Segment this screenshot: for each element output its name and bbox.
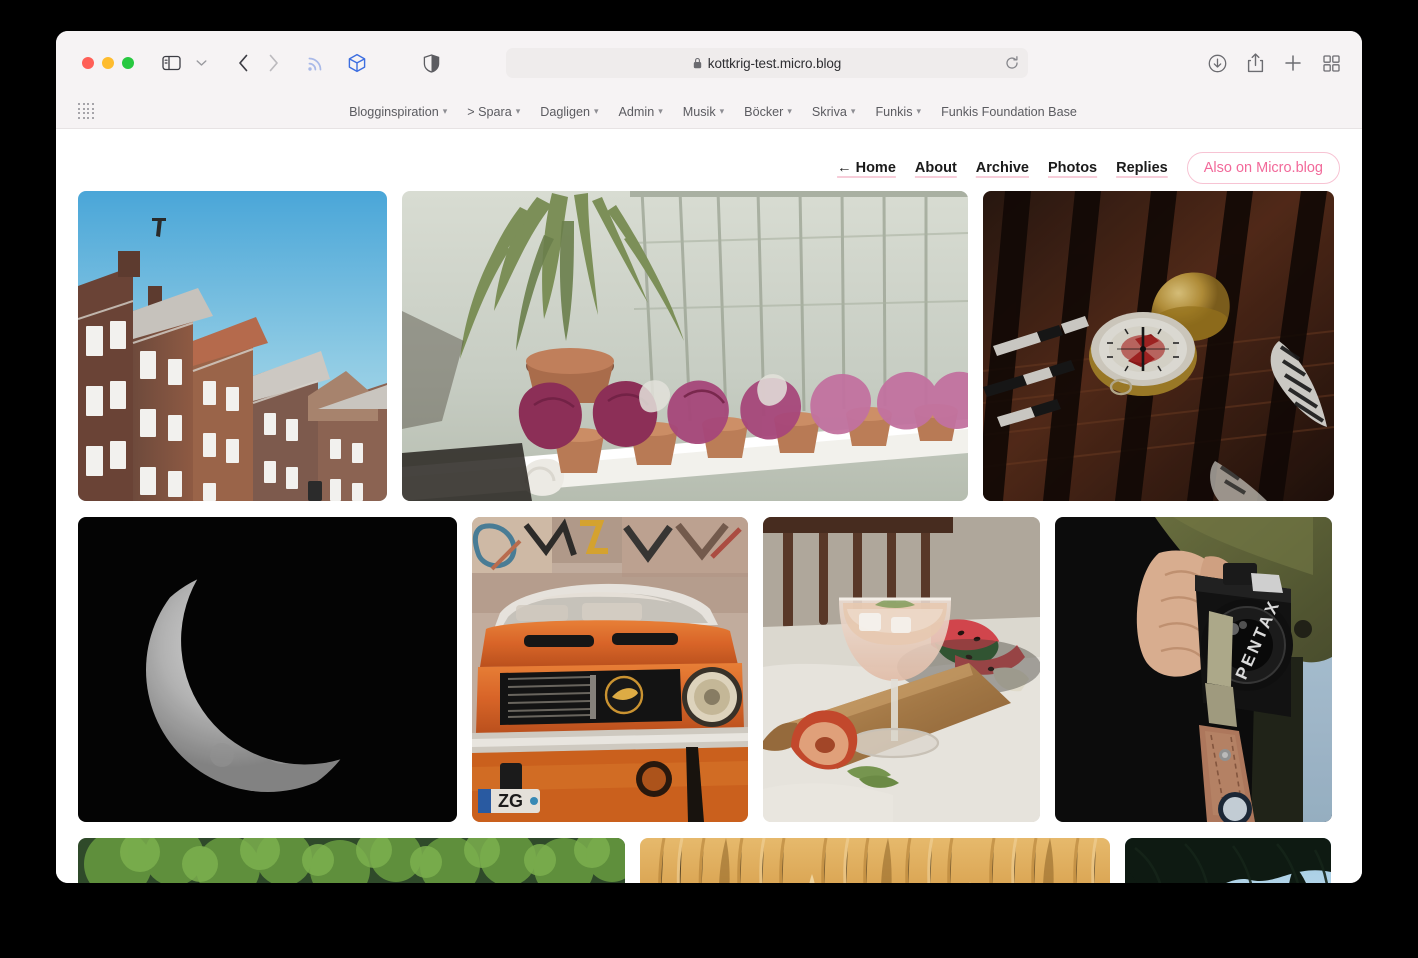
apps-grid-icon[interactable] xyxy=(78,103,95,120)
downloads-icon[interactable] xyxy=(1202,48,1232,78)
bookmark-label: Böcker xyxy=(744,104,784,119)
photo-crescent-moon[interactable] xyxy=(78,517,457,822)
rss-icon[interactable] xyxy=(300,48,330,78)
chevron-down-icon: ▾ xyxy=(787,106,792,116)
bookmark-label: Dagligen xyxy=(540,104,590,119)
bookmark-admin[interactable]: Admin ▾ xyxy=(619,105,663,119)
zoom-window-button[interactable] xyxy=(122,57,134,69)
photo-grid-row: ZG PENTAX xyxy=(78,517,1340,822)
bookmark-skriva[interactable]: Skriva ▾ xyxy=(812,105,856,119)
nav-link-home[interactable]: ← Home xyxy=(837,160,896,176)
chevron-down-icon: ▾ xyxy=(442,106,448,116)
address-bar-container: kottkrig-test.micro.blog xyxy=(506,48,1028,78)
bookmark-spara[interactable]: > Spara ▾ xyxy=(467,105,520,119)
privacy-shield-icon[interactable] xyxy=(416,48,446,78)
bookmark-funkis-foundation-base[interactable]: Funkis Foundation Base xyxy=(941,105,1077,119)
bookmark-musik[interactable]: Musik ▾ xyxy=(683,105,724,119)
chevron-down-icon: ▾ xyxy=(850,106,856,116)
toolbar-right-group xyxy=(1202,48,1346,78)
photo-forest-canopy[interactable] xyxy=(78,838,625,883)
bookmark-dagligen[interactable]: Dagligen ▾ xyxy=(540,105,598,119)
bookmark-bocker[interactable]: Böcker ▾ xyxy=(744,105,792,119)
page-content: ← Home About Archive Photos Replies Also… xyxy=(56,129,1362,883)
address-bar[interactable]: kottkrig-test.micro.blog xyxy=(506,48,1028,78)
bookmark-label: Musik xyxy=(682,104,716,119)
window-controls xyxy=(82,57,134,69)
photo-trees-sky[interactable] xyxy=(1125,838,1331,883)
bookmark-blogginspiration[interactable]: Blogginspiration ▾ xyxy=(349,105,447,119)
bookmark-funkis[interactable]: Funkis ▾ xyxy=(875,105,921,119)
back-icon[interactable] xyxy=(228,48,258,78)
also-on-microblog-button[interactable]: Also on Micro.blog xyxy=(1186,152,1340,184)
bookmark-label: Skriva xyxy=(811,104,847,119)
nav-link-replies[interactable]: Replies xyxy=(1116,160,1168,176)
tab-overview-icon[interactable] xyxy=(1316,48,1346,78)
nav-link-about[interactable]: About xyxy=(915,160,957,176)
photo-london-townhouses[interactable] xyxy=(78,191,387,501)
url-text: kottkrig-test.micro.blog xyxy=(707,55,842,71)
sidebar-icon[interactable] xyxy=(156,48,186,78)
share-icon[interactable] xyxy=(1240,48,1270,78)
photo-grid: ZG PENTAX xyxy=(56,191,1362,883)
toolbar-left-group xyxy=(156,48,372,78)
close-window-button[interactable] xyxy=(82,57,94,69)
photo-brass-compass[interactable] xyxy=(983,191,1334,501)
photo-grid-row xyxy=(78,191,1340,501)
new-tab-icon[interactable] xyxy=(1278,48,1308,78)
forward-icon[interactable] xyxy=(258,48,288,78)
bookmark-label: > Spara xyxy=(467,104,512,119)
bookmarks-bar: Blogginspiration ▾ > Spara ▾ Dagligen ▾ … xyxy=(56,95,1362,129)
nav-link-archive[interactable]: Archive xyxy=(976,160,1029,176)
minimize-window-button[interactable] xyxy=(102,57,114,69)
browser-toolbar: kottkrig-test.micro.blog xyxy=(56,31,1362,95)
photo-greenhouse-plants[interactable] xyxy=(402,191,968,501)
photo-cocktail-watermelon[interactable] xyxy=(763,517,1040,822)
bookmark-label: Funkis xyxy=(875,104,913,119)
photo-grid-row xyxy=(78,838,1340,883)
browser-window: kottkrig-test.micro.blog Blogginspiratio… xyxy=(56,31,1362,883)
reload-icon[interactable] xyxy=(1005,56,1019,70)
bookmark-label: Blogginspiration xyxy=(349,104,439,119)
nav-link-photos[interactable]: Photos xyxy=(1048,160,1097,176)
extension-cube-icon[interactable] xyxy=(342,48,372,78)
chevron-down-icon: ▾ xyxy=(515,106,521,116)
chevron-down-icon: ▾ xyxy=(719,106,725,116)
bookmark-list: Blogginspiration ▾ > Spara ▾ Dagligen ▾ … xyxy=(341,105,1077,119)
lock-icon xyxy=(693,57,702,69)
chevron-down-icon: ▾ xyxy=(916,106,922,116)
photo-orange-mustang[interactable]: ZG xyxy=(472,517,748,822)
chevron-down-icon: ▾ xyxy=(593,106,599,116)
chevron-down-icon: ▾ xyxy=(658,106,663,116)
site-navigation: ← Home About Archive Photos Replies Also… xyxy=(56,129,1362,191)
photo-pentax-camera[interactable]: PENTAX xyxy=(1055,517,1332,822)
photo-wheat-field[interactable] xyxy=(640,838,1110,883)
bookmark-label: Funkis Foundation Base xyxy=(941,104,1077,119)
bookmark-label: Admin xyxy=(618,104,655,119)
chevron-down-icon[interactable] xyxy=(186,48,216,78)
